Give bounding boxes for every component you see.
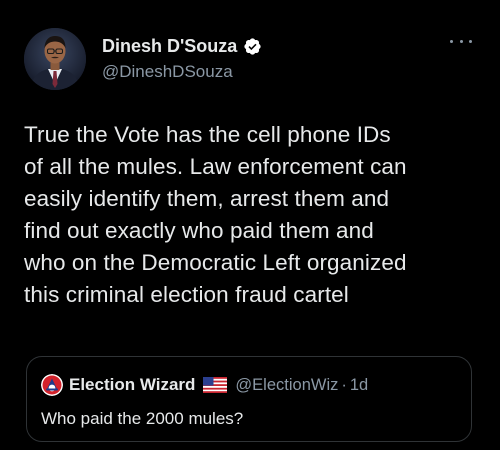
quoted-tweet[interactable]: Election Wizard @ElectionWiz · 1d Who pa… xyxy=(26,356,472,442)
author-block: Dinesh D'Souza @DineshDSouza xyxy=(102,34,262,82)
us-flag-icon xyxy=(203,377,228,393)
author-name-row: Dinesh D'Souza xyxy=(102,34,262,58)
tweet-card: Dinesh D'Souza @DineshDSouza True the Vo… xyxy=(0,0,500,450)
author-handle[interactable]: @DineshDSouza xyxy=(102,62,262,82)
author-avatar[interactable] xyxy=(24,28,86,90)
quoted-tweet-time[interactable]: 1d xyxy=(350,376,368,395)
quoted-author-handle[interactable]: @ElectionWiz xyxy=(235,376,338,395)
quoted-tweet-header: Election Wizard @ElectionWiz · 1d xyxy=(41,374,368,396)
author-display-name[interactable]: Dinesh D'Souza xyxy=(102,36,237,57)
separator-dot: · xyxy=(341,375,347,394)
quoted-author-avatar[interactable] xyxy=(41,374,63,396)
election-wizard-avatar-icon xyxy=(41,374,63,396)
profile-photo-icon xyxy=(24,28,86,90)
verified-badge-icon xyxy=(244,37,261,55)
more-options-icon[interactable] xyxy=(450,34,472,48)
quoted-author-name[interactable]: Election Wizard xyxy=(69,375,195,395)
quoted-tweet-text: Who paid the 2000 mules? xyxy=(41,409,244,428)
tweet-text: True the Vote has the cell phone IDs of … xyxy=(24,122,407,307)
